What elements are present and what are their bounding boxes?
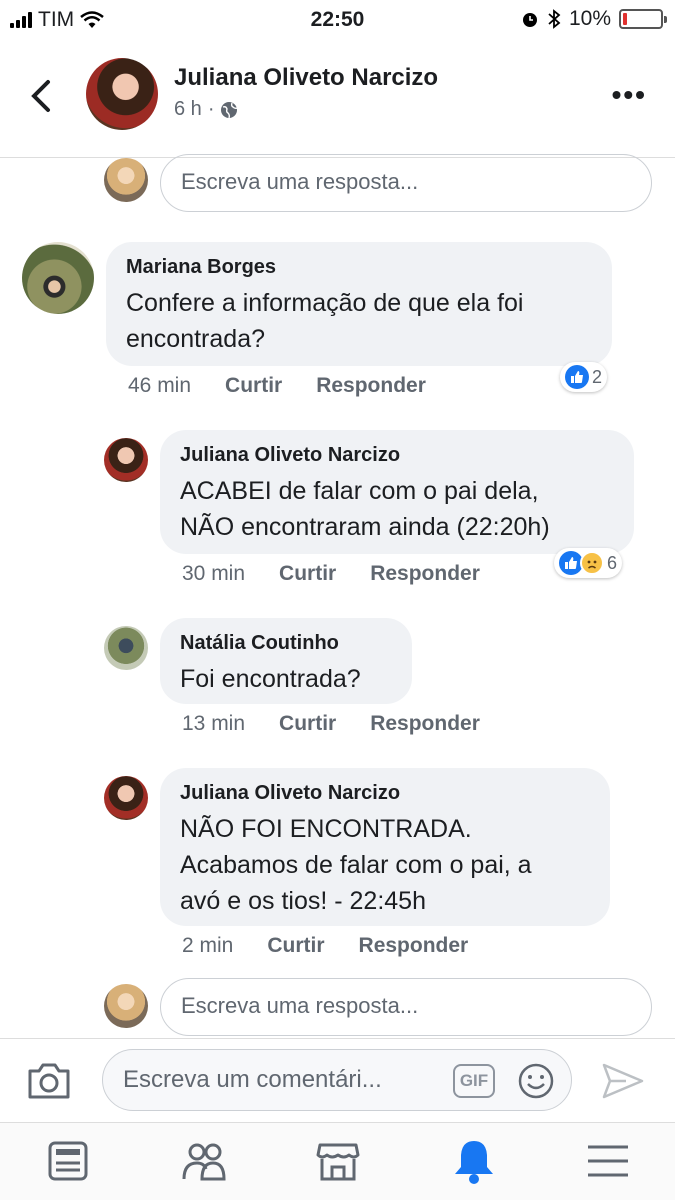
battery-icon (619, 9, 667, 29)
comment-actions: 2 min Curtir Responder (182, 934, 468, 958)
comment-time[interactable]: 2 min (182, 934, 233, 958)
reaction-count: 6 (607, 552, 618, 573)
emoji-icon[interactable] (517, 1062, 555, 1100)
back-icon[interactable] (26, 76, 56, 116)
avatar[interactable] (104, 438, 148, 482)
comment-line: NÃO FOI ENCONTRADA. (180, 815, 472, 843)
comment-time[interactable]: 46 min (128, 374, 191, 398)
avatar (104, 984, 148, 1028)
comment-text: Confere a informação de que ela foi enco… (126, 285, 592, 357)
reply-button[interactable]: Responder (359, 934, 469, 958)
comment-bubble: Mariana Borges Confere a informação de q… (106, 242, 612, 366)
gif-button[interactable]: GIF (453, 1064, 495, 1098)
comment-line: encontrada? (126, 325, 266, 353)
avatar[interactable] (22, 242, 94, 314)
comment-bubble: Juliana Oliveto Narcizo NÃO FOI ENCONTRA… (160, 768, 610, 926)
reply-button[interactable]: Responder (316, 374, 426, 398)
comment-author[interactable]: Natália Coutinho (180, 632, 392, 655)
friends-icon[interactable] (180, 1137, 228, 1185)
reply-input[interactable]: Escreva uma resposta... (160, 154, 652, 212)
post-author-name[interactable]: Juliana Oliveto Narcizo (174, 64, 438, 92)
comment-text: NÃO FOI ENCONTRADA. Acabamos de falar co… (180, 811, 590, 919)
comment-line: Foi encontrada? (180, 665, 361, 693)
sad-reaction-icon (580, 551, 604, 575)
post-meta: 6 h · (174, 98, 238, 121)
bluetooth-icon (548, 9, 561, 29)
like-button[interactable]: Curtir (267, 934, 324, 958)
comment-author[interactable]: Juliana Oliveto Narcizo (180, 782, 590, 805)
comment-time[interactable]: 30 min (182, 562, 245, 586)
status-bar: TIM 22:50 10% (0, 0, 675, 40)
avatar (104, 158, 148, 202)
reply-button[interactable]: Responder (370, 712, 480, 736)
post-time[interactable]: 6 h (174, 98, 202, 121)
meta-separator: · (207, 98, 215, 120)
comment-line: avó e os tios! - 22:45h (180, 887, 426, 915)
comment-placeholder: Escreva um comentári... (123, 1066, 382, 1093)
reply-placeholder: Escreva uma resposta... (181, 993, 419, 1018)
comment-line: Acabamos de falar com o pai, a (180, 851, 532, 879)
comment-author[interactable]: Mariana Borges (126, 256, 592, 279)
avatar[interactable] (104, 776, 148, 820)
globe-icon (221, 101, 238, 118)
tab-bar (0, 1122, 675, 1200)
comment-actions: 46 min Curtir Responder (128, 374, 426, 398)
notifications-icon[interactable] (450, 1137, 498, 1185)
battery-percent: 10% (568, 7, 611, 30)
comment-input[interactable]: Escreva um comentári... GIF (102, 1049, 572, 1111)
reply-placeholder: Escreva uma resposta... (181, 169, 419, 194)
like-reaction-icon (565, 365, 589, 389)
comment-actions: 13 min Curtir Responder (182, 712, 480, 736)
comment-bubble: Juliana Oliveto Narcizo ACABEI de falar … (160, 430, 634, 554)
like-button[interactable]: Curtir (225, 374, 282, 398)
comment-bubble: Natália Coutinho Foi encontrada? (160, 618, 412, 704)
reaction-summary[interactable]: 6 (554, 548, 623, 578)
reaction-summary[interactable]: 2 (560, 362, 608, 392)
alarm-icon (522, 13, 537, 27)
comment-composer: Escreva um comentári... GIF (0, 1038, 675, 1122)
marketplace-icon[interactable] (314, 1137, 362, 1185)
reply-input[interactable]: Escreva uma resposta... (160, 978, 652, 1036)
more-options-icon[interactable]: ••• (612, 81, 647, 109)
avatar[interactable] (86, 58, 158, 130)
comment-line: Confere a informação de que ela foi (126, 289, 524, 317)
comment-line: ACABEI de falar com o pai dela, (180, 477, 539, 505)
comment-actions: 30 min Curtir Responder (182, 562, 480, 586)
camera-icon[interactable] (26, 1061, 72, 1101)
comment-text: Foi encontrada? (180, 661, 392, 697)
send-icon[interactable] (600, 1061, 646, 1101)
like-button[interactable]: Curtir (279, 562, 336, 586)
reaction-count: 2 (592, 366, 603, 387)
post-header: Juliana Oliveto Narcizo 6 h · ••• (0, 40, 675, 158)
like-button[interactable]: Curtir (279, 712, 336, 736)
avatar[interactable] (104, 626, 148, 670)
comment-text: ACABEI de falar com o pai dela, NÃO enco… (180, 473, 614, 545)
comment-line: NÃO encontraram ainda (22:20h) (180, 513, 550, 541)
comment-time[interactable]: 13 min (182, 712, 245, 736)
menu-icon[interactable] (584, 1137, 632, 1185)
comment-author[interactable]: Juliana Oliveto Narcizo (180, 444, 614, 467)
news-feed-icon[interactable] (44, 1137, 92, 1185)
reply-button[interactable]: Responder (370, 562, 480, 586)
